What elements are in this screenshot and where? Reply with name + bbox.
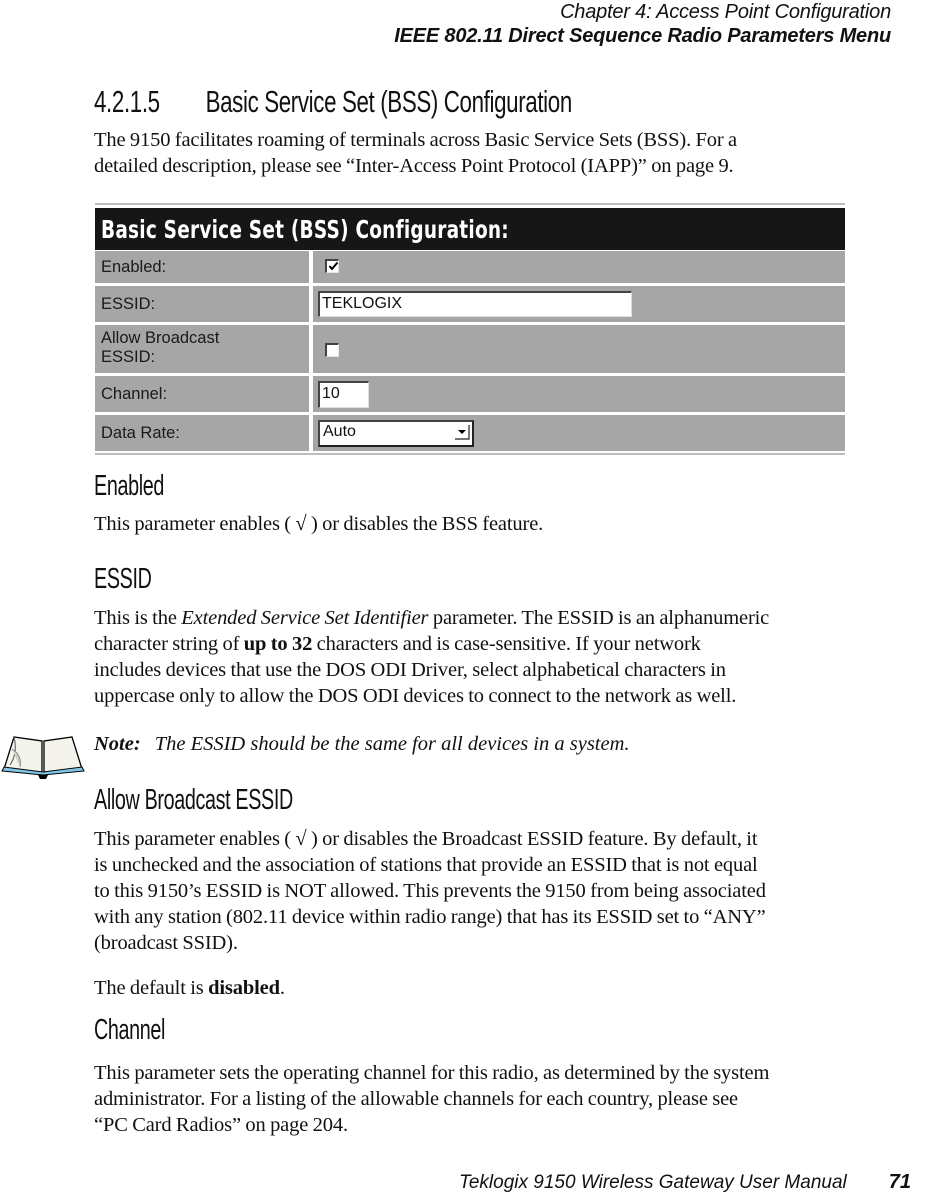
enabled-checkbox[interactable] <box>325 259 339 273</box>
row-data-rate: Data Rate: Auto <box>95 415 845 451</box>
row-allow-broadcast-essid: Allow Broadcast ESSID: <box>95 325 845 373</box>
section-heading: 4.2.1.5 Basic Service Set (BSS) Configura… <box>94 84 572 120</box>
heading-allow-broadcast-essid: Allow Broadcast ESSID <box>94 784 293 816</box>
running-head-section: IEEE 802.11 Direct Sequence Radio Parame… <box>394 25 891 47</box>
essid-input[interactable]: TEKLOGIX <box>318 291 632 317</box>
bss-config-panel: Basic Service Set (BSS) Configuration: E… <box>95 203 845 455</box>
section-number: 4.2.1.5 <box>94 84 160 119</box>
broadcast-paragraph: This parameter enables ( √ ) or disables… <box>94 828 766 954</box>
allow-broadcast-essid-checkbox[interactable] <box>325 343 339 357</box>
intro-line: detailed description, please see “Inter-… <box>94 155 734 177</box>
enabled-label: Enabled: <box>101 258 167 276</box>
page-number: 71 <box>888 1171 911 1193</box>
dropdown-arrow-icon[interactable] <box>454 424 470 440</box>
row-enabled: Enabled: <box>95 251 845 283</box>
essid-label: ESSID: <box>101 295 156 313</box>
essid-paragraph: This is the Extended Service Set Identif… <box>94 607 770 707</box>
enabled-paragraph: This parameter enables ( √ ) or disables… <box>94 513 544 535</box>
panel-divider <box>95 203 845 205</box>
heading-enabled: Enabled <box>94 470 164 502</box>
running-head-chapter: Chapter 4: Access Point Configuration <box>560 1 891 23</box>
channel-paragraph: This parameter sets the operating channe… <box>94 1062 770 1136</box>
data-rate-select[interactable]: Auto <box>318 420 474 447</box>
channel-input[interactable]: 10 <box>318 381 369 408</box>
section-title: Basic Service Set (BSS) Configuration <box>205 84 573 119</box>
row-essid: ESSID: TEKLOGIX <box>95 286 845 322</box>
panel-title: Basic Service Set (BSS) Configuration: <box>101 215 509 244</box>
channel-label: Channel: <box>101 385 168 403</box>
data-rate-value: Auto <box>323 423 356 440</box>
panel-header: Basic Service Set (BSS) Configuration: <box>95 208 845 250</box>
broadcast-default: The default is disabled. <box>94 977 285 999</box>
panel-divider <box>95 453 845 455</box>
running-head: Chapter 4: Access Point Configuration IE… <box>394 0 891 48</box>
note: Note: The ESSID should be the same for al… <box>94 733 630 756</box>
page-footer: Teklogix 9150 Wireless Gateway User Manu… <box>459 1171 911 1194</box>
footer-title: Teklogix 9150 Wireless Gateway User Manu… <box>459 1172 847 1193</box>
row-channel: Channel: 10 <box>95 376 845 412</box>
data-rate-label: Data Rate: <box>101 424 180 442</box>
checkmark-icon <box>328 261 339 271</box>
heading-channel: Channel <box>94 1014 166 1046</box>
allow-broadcast-essid-label: Allow Broadcast ESSID: <box>101 329 220 366</box>
open-book-icon <box>1 736 85 779</box>
heading-essid: ESSID <box>94 563 152 595</box>
intro-line: The 9150 facilitates roaming of terminal… <box>94 129 737 151</box>
note-text: The ESSID should be the same for all dev… <box>154 733 630 755</box>
note-label: Note: <box>94 733 141 755</box>
intro-paragraph: The 9150 facilitates roaming of terminal… <box>94 127 854 179</box>
